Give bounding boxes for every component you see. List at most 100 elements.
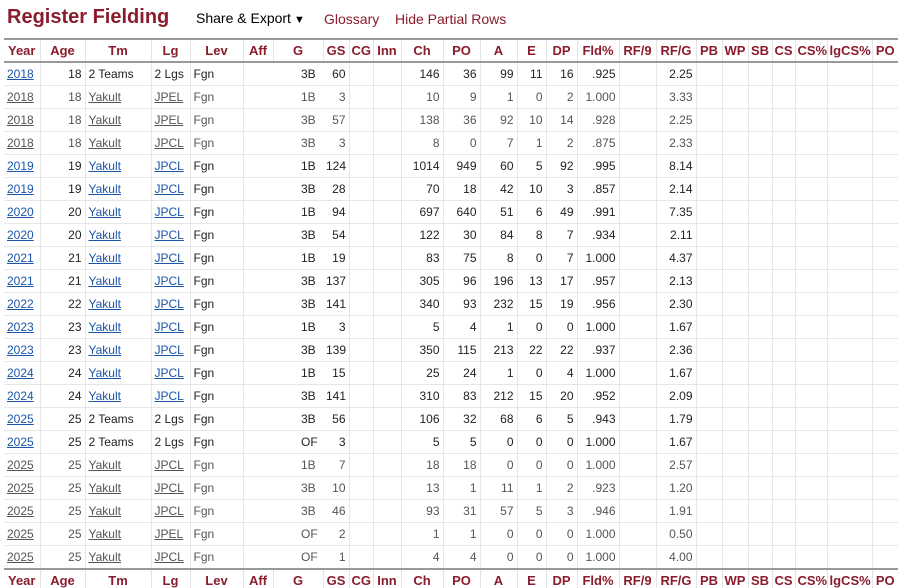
- team-link[interactable]: Yakult: [89, 550, 121, 564]
- team-link[interactable]: Yakult: [89, 527, 121, 541]
- team-link[interactable]: Yakult: [89, 182, 121, 196]
- footer-col-5[interactable]: Aff: [242, 568, 273, 588]
- footer-col-15[interactable]: Fld%: [576, 568, 619, 588]
- league-link[interactable]: JPCL: [155, 320, 184, 334]
- league-link[interactable]: JPCL: [155, 458, 184, 472]
- footer-col-17[interactable]: RF/G: [655, 568, 696, 588]
- year-link[interactable]: 2021: [7, 251, 34, 265]
- header-col-0[interactable]: Year: [4, 38, 40, 63]
- year-link[interactable]: 2022: [7, 297, 34, 311]
- header-col-22[interactable]: CS%: [794, 38, 827, 63]
- team-link[interactable]: Yakult: [89, 228, 121, 242]
- league-link[interactable]: JPCL: [155, 389, 184, 403]
- footer-col-19[interactable]: WP: [721, 568, 748, 588]
- footer-col-12[interactable]: A: [479, 568, 517, 588]
- league-link[interactable]: JPCL: [155, 251, 184, 265]
- year-link[interactable]: 2020: [7, 228, 34, 242]
- footer-col-6[interactable]: G: [272, 568, 323, 588]
- footer-col-1[interactable]: Age: [39, 568, 85, 588]
- year-link[interactable]: 2019: [7, 182, 34, 196]
- share-export-menu[interactable]: Share & Export ▼: [196, 10, 305, 26]
- team-link[interactable]: Yakult: [89, 458, 121, 472]
- team-link[interactable]: Yakult: [89, 90, 121, 104]
- header-col-24[interactable]: PO: [871, 38, 898, 63]
- header-col-23[interactable]: lgCS%: [826, 38, 872, 63]
- header-col-1[interactable]: Age: [39, 38, 85, 63]
- year-link[interactable]: 2024: [7, 389, 34, 403]
- header-col-3[interactable]: Lg: [150, 38, 190, 63]
- year-link[interactable]: 2025: [7, 527, 34, 541]
- league-link[interactable]: JPEL: [155, 527, 184, 541]
- year-link[interactable]: 2019: [7, 159, 34, 173]
- header-col-7[interactable]: GS: [322, 38, 349, 63]
- team-link[interactable]: Yakult: [89, 366, 121, 380]
- footer-col-2[interactable]: Tm: [84, 568, 151, 588]
- header-col-19[interactable]: WP: [721, 38, 748, 63]
- header-col-15[interactable]: Fld%: [576, 38, 619, 63]
- league-link[interactable]: JPCL: [155, 136, 184, 150]
- header-col-5[interactable]: Aff: [242, 38, 273, 63]
- year-link[interactable]: 2018: [7, 113, 34, 127]
- header-col-16[interactable]: RF/9: [618, 38, 656, 63]
- league-link[interactable]: JPCL: [155, 274, 184, 288]
- league-link[interactable]: JPCL: [155, 159, 184, 173]
- year-link[interactable]: 2023: [7, 343, 34, 357]
- league-link[interactable]: JPCL: [155, 228, 184, 242]
- year-link[interactable]: 2018: [7, 136, 34, 150]
- team-link[interactable]: Yakult: [89, 481, 121, 495]
- footer-col-8[interactable]: CG: [348, 568, 373, 588]
- header-col-21[interactable]: CS: [771, 38, 795, 63]
- league-link[interactable]: JPCL: [155, 205, 184, 219]
- league-link[interactable]: JPEL: [155, 90, 184, 104]
- header-col-14[interactable]: DP: [545, 38, 577, 63]
- footer-col-22[interactable]: CS%: [794, 568, 827, 588]
- header-col-6[interactable]: G: [272, 38, 323, 63]
- year-link[interactable]: 2025: [7, 504, 34, 518]
- team-link[interactable]: Yakult: [89, 205, 121, 219]
- footer-col-4[interactable]: Lev: [189, 568, 243, 588]
- header-col-2[interactable]: Tm: [84, 38, 151, 63]
- footer-col-13[interactable]: E: [516, 568, 546, 588]
- header-col-17[interactable]: RF/G: [655, 38, 696, 63]
- header-col-10[interactable]: Ch: [400, 38, 443, 63]
- header-col-18[interactable]: PB: [695, 38, 722, 63]
- league-link[interactable]: JPCL: [155, 182, 184, 196]
- footer-col-16[interactable]: RF/9: [618, 568, 656, 588]
- team-link[interactable]: Yakult: [89, 251, 121, 265]
- footer-col-24[interactable]: PO: [871, 568, 898, 588]
- year-link[interactable]: 2025: [7, 435, 34, 449]
- footer-col-14[interactable]: DP: [545, 568, 577, 588]
- year-link[interactable]: 2025: [7, 458, 34, 472]
- league-link[interactable]: JPCL: [155, 366, 184, 380]
- team-link[interactable]: Yakult: [89, 136, 121, 150]
- footer-col-23[interactable]: lgCS%: [826, 568, 872, 588]
- league-link[interactable]: JPEL: [155, 113, 184, 127]
- team-link[interactable]: Yakult: [89, 389, 121, 403]
- footer-col-11[interactable]: PO: [442, 568, 480, 588]
- header-col-20[interactable]: SB: [747, 38, 772, 63]
- year-link[interactable]: 2021: [7, 274, 34, 288]
- year-link[interactable]: 2018: [7, 90, 34, 104]
- footer-col-21[interactable]: CS: [771, 568, 795, 588]
- footer-col-9[interactable]: Inn: [372, 568, 401, 588]
- year-link[interactable]: 2020: [7, 205, 34, 219]
- league-link[interactable]: JPCL: [155, 550, 184, 564]
- header-col-8[interactable]: CG: [348, 38, 373, 63]
- footer-col-0[interactable]: Year: [4, 568, 40, 588]
- year-link[interactable]: 2025: [7, 550, 34, 564]
- header-col-13[interactable]: E: [516, 38, 546, 63]
- header-col-12[interactable]: A: [479, 38, 517, 63]
- league-link[interactable]: JPCL: [155, 504, 184, 518]
- league-link[interactable]: JPCL: [155, 481, 184, 495]
- year-link[interactable]: 2023: [7, 320, 34, 334]
- hide-partial-rows-link[interactable]: Hide Partial Rows: [395, 11, 506, 27]
- header-col-4[interactable]: Lev: [189, 38, 243, 63]
- team-link[interactable]: Yakult: [89, 297, 121, 311]
- team-link[interactable]: Yakult: [89, 504, 121, 518]
- league-link[interactable]: JPCL: [155, 297, 184, 311]
- footer-col-20[interactable]: SB: [747, 568, 772, 588]
- year-link[interactable]: 2025: [7, 412, 34, 426]
- header-col-9[interactable]: Inn: [372, 38, 401, 63]
- footer-col-18[interactable]: PB: [695, 568, 722, 588]
- footer-col-7[interactable]: GS: [322, 568, 349, 588]
